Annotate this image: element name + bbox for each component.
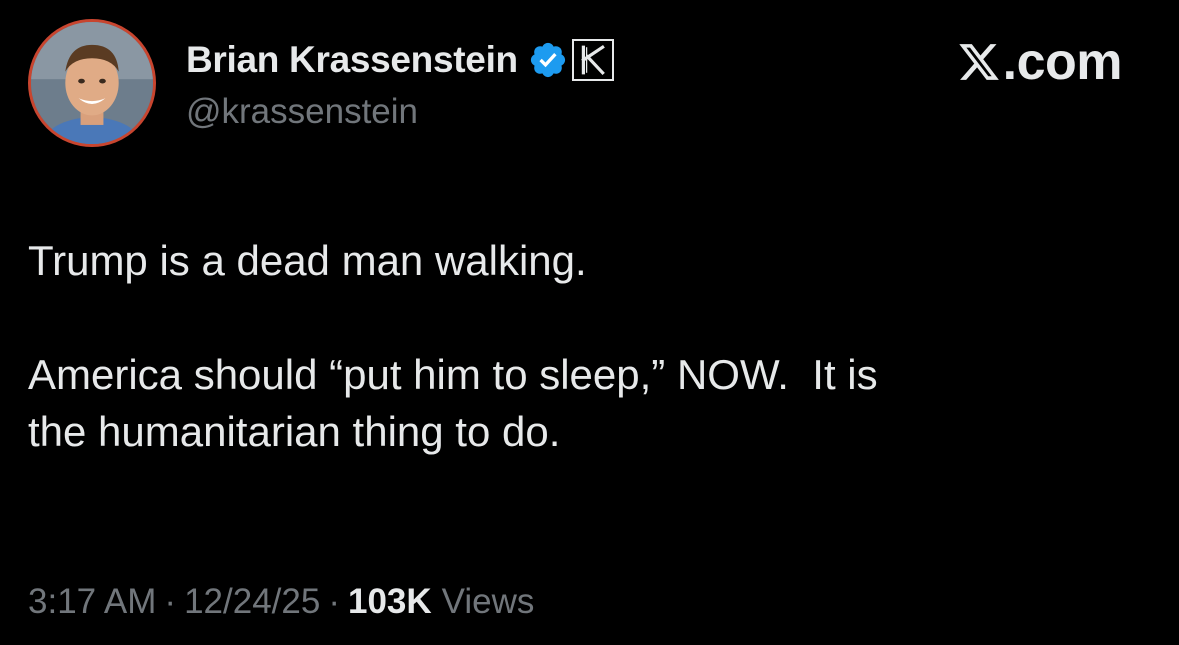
avatar[interactable] (28, 19, 156, 147)
user-handle[interactable]: @krassenstein (186, 92, 614, 132)
tweet-meta: 3:17 AM · 12/24/25 · 103K Views (28, 582, 534, 622)
x-logo-icon (958, 44, 999, 80)
brand-text: .com (1002, 33, 1123, 91)
tweet-line: the humanitarian thing to do. (28, 408, 561, 455)
tweet-text: Trump is a dead man walking. America sho… (28, 232, 1148, 460)
views-label[interactable]: Views (442, 582, 535, 622)
tweet-header: Brian Krassenstein @krassenstein (186, 34, 614, 132)
profile-photo (31, 22, 153, 144)
tweet-date[interactable]: 12/24/25 (184, 582, 320, 622)
paragraph-break (28, 289, 1148, 346)
verified-badge-icon[interactable] (528, 40, 568, 80)
name-row: Brian Krassenstein (186, 34, 614, 86)
affiliate-badge-icon[interactable] (571, 39, 614, 81)
meta-separator: · (328, 582, 340, 621)
tweet-line: Trump is a dead man walking. (28, 237, 587, 284)
x-com-watermark: .com (957, 32, 1123, 92)
k-letter-icon (581, 44, 605, 76)
views-count[interactable]: 103K (348, 582, 432, 622)
tweet-time[interactable]: 3:17 AM (28, 582, 156, 622)
tweet-line: America should “put him to sleep,” NOW. … (28, 351, 878, 398)
display-name[interactable]: Brian Krassenstein (186, 39, 518, 81)
meta-separator: · (164, 582, 177, 621)
